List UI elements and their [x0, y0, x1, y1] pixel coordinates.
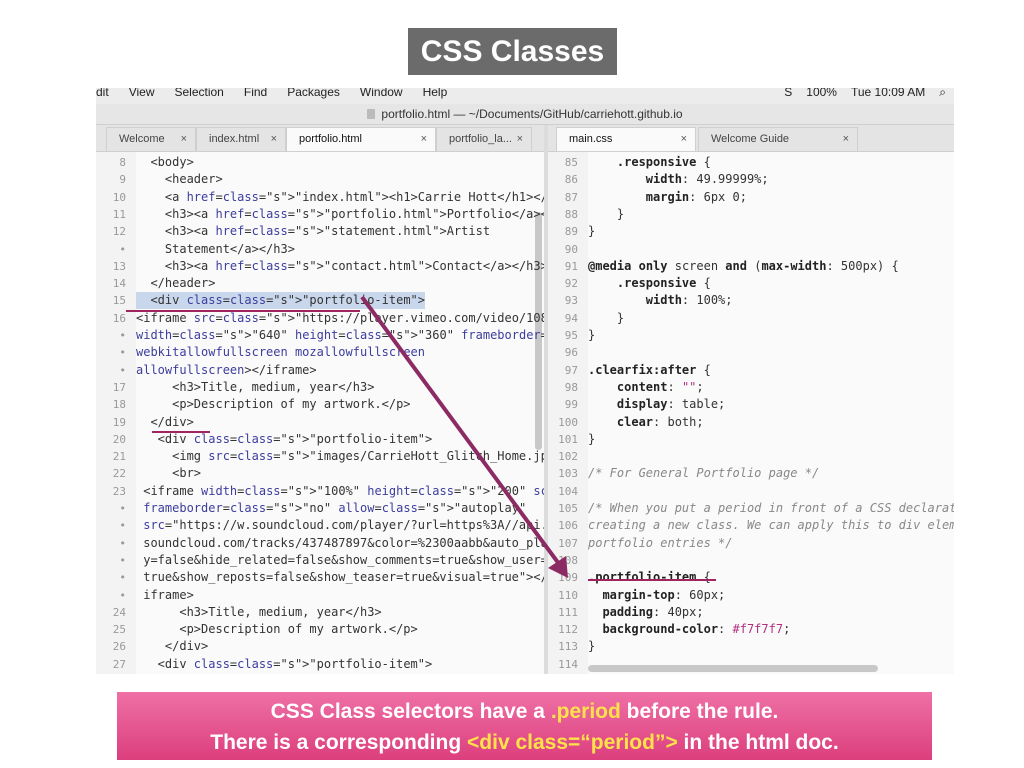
caption-line-1: CSS Class selectors have a .period befor…	[270, 700, 779, 723]
caption-box: CSS Class selectors have a .period befor…	[117, 692, 932, 760]
connector-arrow	[360, 295, 568, 578]
caption-line-2: There is a corresponding <div class=“per…	[210, 731, 839, 754]
